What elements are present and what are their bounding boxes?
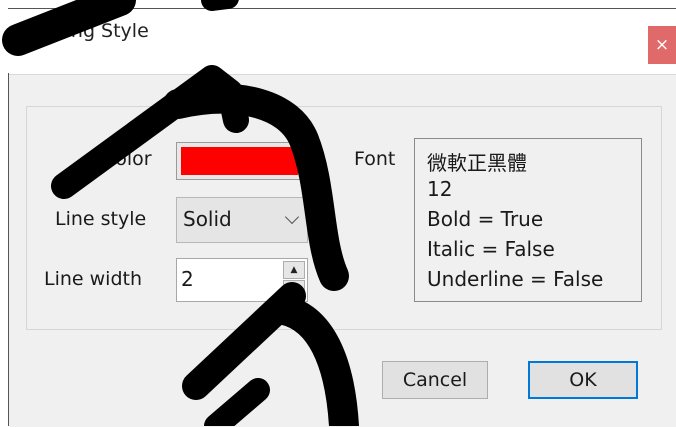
arrow-up-icon: ▲ [290, 265, 298, 275]
color-swatch-fill [181, 147, 298, 175]
font-name: 微軟正黑體 [427, 151, 527, 175]
font-label: Font [354, 148, 396, 170]
close-button[interactable]: × [648, 26, 676, 64]
chevron-down-icon [284, 209, 300, 225]
font-underline: Underline = False [427, 267, 604, 291]
font-size: 12 [427, 177, 453, 201]
line-width-value: 2 [181, 267, 194, 291]
ok-button[interactable]: OK [528, 361, 638, 399]
arrow-down-icon: ▼ [290, 284, 298, 294]
font-bold: Bold = True [427, 207, 544, 231]
line-width-spinner[interactable]: 2 ▲ ▼ [176, 258, 308, 302]
spinner-buttons: ▲ ▼ [283, 261, 305, 299]
close-icon: × [654, 35, 670, 55]
color-picker-button[interactable] [176, 142, 303, 180]
line-style-dropdown[interactable]: Solid [176, 197, 308, 243]
spin-up-button[interactable]: ▲ [283, 261, 305, 279]
line-style-value: Solid [183, 207, 232, 231]
font-selector-box[interactable]: 微軟正黑體 12 Bold = True Italic = False Unde… [414, 138, 642, 302]
dialog-title: Drawing Style [16, 20, 149, 42]
cancel-button[interactable]: Cancel [382, 361, 488, 399]
font-italic: Italic = False [427, 237, 555, 261]
line-style-label: Line style [55, 208, 147, 230]
color-label: Color [102, 148, 152, 170]
spin-down-button[interactable]: ▼ [283, 280, 305, 298]
line-width-label: Line width [44, 268, 143, 290]
